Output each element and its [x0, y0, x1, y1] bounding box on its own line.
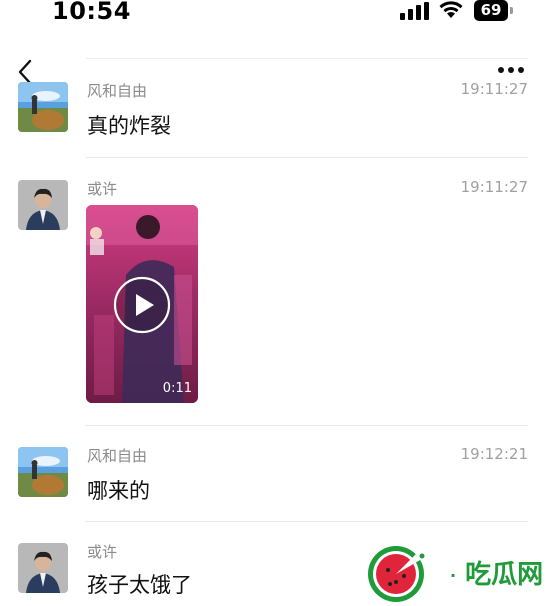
status-bar: 10:54 69 [0, 0, 550, 28]
chat-history-page: 10:54 69 风和自由 19:11:27 真的炸裂 或许 19:11:27 … [0, 0, 550, 606]
cellular-signal-icon [400, 2, 429, 20]
landscape-avatar-image [18, 447, 68, 497]
portrait-avatar-image [18, 180, 68, 230]
watermark: · 吃瓜网 · [364, 540, 544, 604]
sender-name: 风和自由 [87, 447, 148, 465]
battery-indicator: 69 [474, 0, 514, 21]
divider [86, 521, 528, 522]
sender-name: 或许 [87, 543, 118, 561]
message-text: 孩子太饿了 [87, 573, 192, 597]
sender-name: 风和自由 [87, 82, 148, 100]
battery-cap [510, 7, 513, 14]
avatar[interactable] [18, 447, 68, 497]
message-time: 19:11:27 [460, 178, 528, 196]
message-text: 真的炸裂 [87, 114, 171, 138]
watermelon-logo-icon [368, 544, 434, 602]
portrait-avatar-image [18, 543, 68, 593]
video-message[interactable]: 0:11 [86, 205, 198, 403]
divider [86, 425, 528, 426]
battery-level: 69 [480, 1, 502, 19]
message-time: 19:11:27 [460, 80, 528, 98]
play-icon[interactable] [113, 276, 171, 334]
avatar[interactable] [18, 180, 68, 230]
wifi-icon [439, 1, 463, 18]
watermark-text: · 吃瓜网 · [450, 560, 544, 590]
top-divider [86, 58, 528, 59]
landscape-avatar-image [18, 82, 68, 132]
message-time: 19:12:21 [460, 445, 528, 463]
divider [86, 157, 528, 158]
sender-name: 或许 [87, 180, 118, 198]
status-time: 10:54 [52, 0, 131, 25]
video-duration: 0:11 [162, 381, 192, 396]
more-dots-icon[interactable] [497, 66, 525, 74]
avatar[interactable] [18, 82, 68, 132]
message-text: 哪来的 [87, 479, 150, 503]
avatar[interactable] [18, 543, 68, 593]
